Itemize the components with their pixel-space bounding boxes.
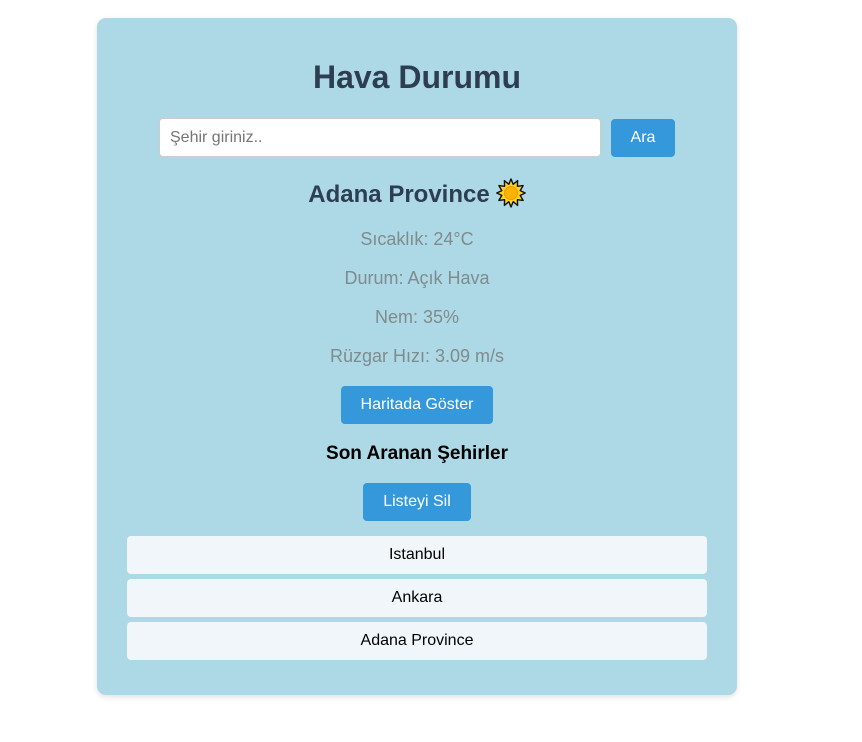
clear-list-button[interactable]: Listeyi Sil <box>363 483 471 521</box>
weather-card: Hava Durumu Ara Adana Province Sıcaklık:… <box>97 18 737 695</box>
search-button[interactable]: Ara <box>611 119 675 157</box>
search-bar: Ara <box>159 118 675 158</box>
recent-city-item[interactable]: Adana Province <box>127 622 707 660</box>
show-on-map-button[interactable]: Haritada Göster <box>341 386 493 424</box>
city-heading: Adana Province <box>97 177 737 211</box>
city-name: Adana Province <box>308 181 490 208</box>
sun-icon <box>495 177 526 208</box>
humidity-text: Nem: 35% <box>374 307 460 327</box>
recent-cities-list: Istanbul Ankara Adana Province <box>127 536 707 665</box>
city-search-input[interactable] <box>159 118 601 157</box>
wind-speed-text: Rüzgar Hızı: 3.09 m/s <box>329 346 505 366</box>
page-title: Hava Durumu <box>312 59 522 95</box>
recent-searches-title: Son Aranan Şehirler <box>326 443 508 464</box>
temperature-text: Sıcaklık: 24°C <box>360 229 474 249</box>
recent-city-item[interactable]: Ankara <box>127 579 707 617</box>
recent-city-item[interactable]: Istanbul <box>127 536 707 574</box>
condition-text: Durum: Açık Hava <box>344 268 490 288</box>
